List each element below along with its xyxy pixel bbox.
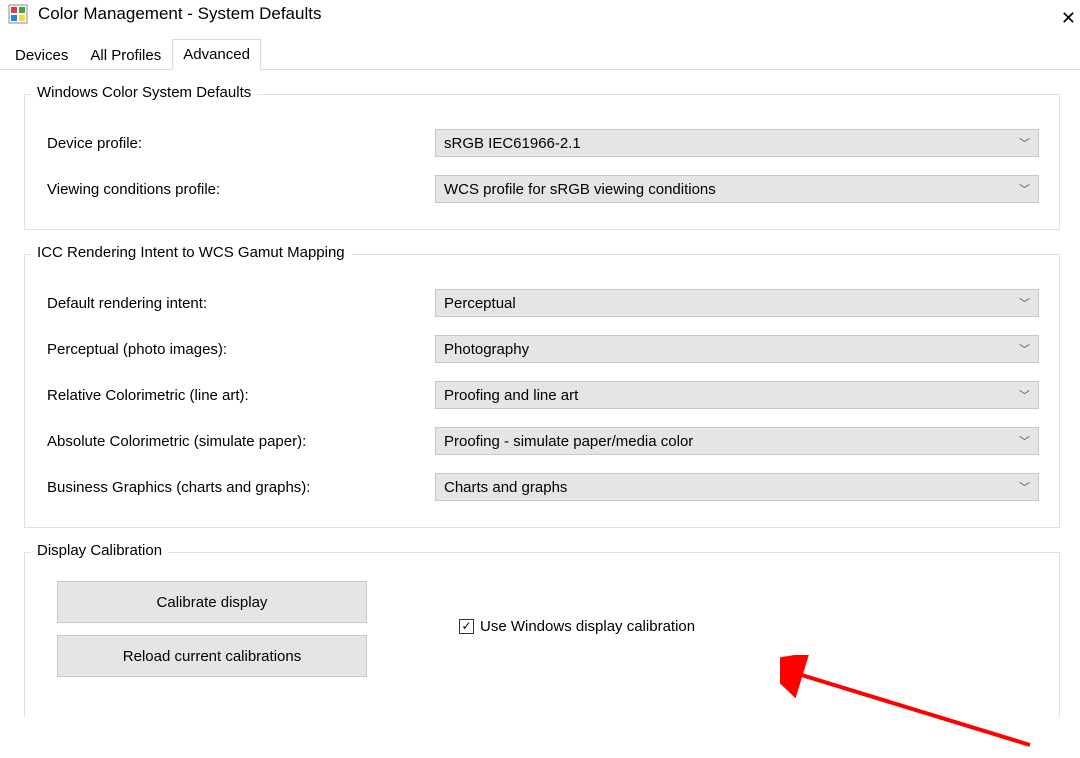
device-profile-select[interactable]: sRGB IEC61966-2.1 ﹀: [435, 129, 1039, 157]
group-display-calibration: Display Calibration Calibrate display Re…: [24, 552, 1060, 717]
default-intent-label: Default rendering intent:: [45, 295, 435, 312]
default-intent-value: Perceptual: [444, 295, 516, 312]
viewing-conditions-label: Viewing conditions profile:: [45, 181, 435, 198]
titlebar: Color Management - System Defaults: [0, 0, 1080, 30]
device-profile-label: Device profile:: [45, 135, 435, 152]
tab-devices[interactable]: Devices: [4, 40, 79, 70]
viewing-conditions-value: WCS profile for sRGB viewing conditions: [444, 181, 716, 198]
calibrate-display-button[interactable]: Calibrate display: [57, 581, 367, 623]
business-value: Charts and graphs: [444, 479, 567, 496]
close-icon[interactable]: ✕: [1061, 8, 1076, 29]
use-windows-calibration-checkbox[interactable]: ✓ Use Windows display calibration: [435, 618, 695, 635]
chevron-down-icon: ﹀: [1019, 387, 1030, 403]
rel-color-label: Relative Colorimetric (line art):: [45, 387, 435, 404]
group-title-wcs: Windows Color System Defaults: [31, 84, 257, 101]
default-intent-select[interactable]: Perceptual ﹀: [435, 289, 1039, 317]
app-icon: [8, 4, 28, 24]
rel-color-value: Proofing and line art: [444, 387, 578, 404]
chevron-down-icon: ﹀: [1019, 479, 1030, 495]
abs-color-value: Proofing - simulate paper/media color: [444, 433, 693, 450]
abs-color-select[interactable]: Proofing - simulate paper/media color ﹀: [435, 427, 1039, 455]
chevron-down-icon: ﹀: [1019, 181, 1030, 197]
perceptual-value: Photography: [444, 341, 529, 358]
chevron-down-icon: ﹀: [1019, 295, 1030, 311]
group-wcs-defaults: Windows Color System Defaults Device pro…: [24, 94, 1060, 230]
perceptual-label: Perceptual (photo images):: [45, 341, 435, 358]
tab-all-profiles[interactable]: All Profiles: [79, 40, 172, 70]
use-windows-calibration-label: Use Windows display calibration: [480, 618, 695, 635]
chevron-down-icon: ﹀: [1019, 433, 1030, 449]
perceptual-select[interactable]: Photography ﹀: [435, 335, 1039, 363]
reload-calibrations-button[interactable]: Reload current calibrations: [57, 635, 367, 677]
business-label: Business Graphics (charts and graphs):: [45, 479, 435, 496]
tab-advanced[interactable]: Advanced: [172, 39, 261, 70]
group-title-calibration: Display Calibration: [31, 542, 168, 559]
tabstrip: Devices All Profiles Advanced: [0, 38, 1080, 70]
window-title: Color Management - System Defaults: [38, 4, 321, 24]
chevron-down-icon: ﹀: [1019, 341, 1030, 357]
chevron-down-icon: ﹀: [1019, 135, 1030, 151]
group-gamut-mapping: ICC Rendering Intent to WCS Gamut Mappin…: [24, 254, 1060, 528]
group-title-gamut: ICC Rendering Intent to WCS Gamut Mappin…: [31, 244, 351, 261]
viewing-conditions-select[interactable]: WCS profile for sRGB viewing conditions …: [435, 175, 1039, 203]
device-profile-value: sRGB IEC61966-2.1: [444, 135, 581, 152]
check-icon: ✓: [459, 619, 474, 634]
abs-color-label: Absolute Colorimetric (simulate paper):: [45, 433, 435, 450]
rel-color-select[interactable]: Proofing and line art ﹀: [435, 381, 1039, 409]
business-select[interactable]: Charts and graphs ﹀: [435, 473, 1039, 501]
